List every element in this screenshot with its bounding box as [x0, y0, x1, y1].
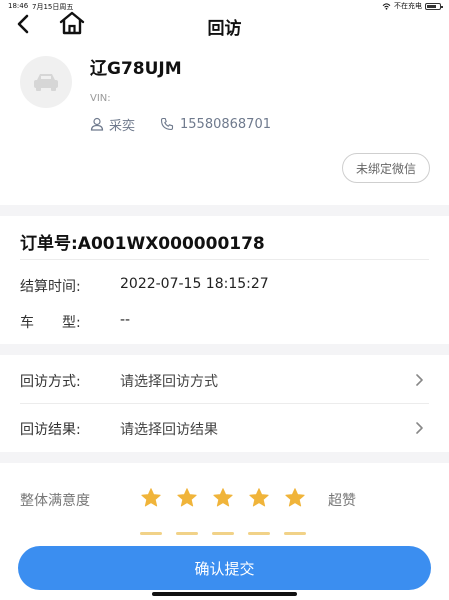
submit-button[interactable]: 确认提交 [18, 546, 431, 590]
home-button[interactable] [58, 10, 86, 36]
home-indicator [152, 592, 297, 596]
home-icon [59, 11, 85, 35]
satisfaction-value: 超赞 [328, 493, 356, 509]
star-icon[interactable] [176, 487, 198, 509]
visit-method-label: 回访方式: [20, 374, 81, 390]
satisfaction-label: 整体满意度 [20, 493, 90, 509]
scrolled-content-hint [140, 532, 306, 535]
back-button[interactable] [12, 12, 36, 36]
phone-number: 15580868701 [180, 116, 271, 132]
car-icon [34, 74, 58, 91]
wechat-bind-button[interactable]: 未绑定微信 [342, 153, 430, 183]
car-model-value: -- [120, 312, 131, 328]
phone-info[interactable]: 15580868701 [160, 115, 271, 133]
visit-result-label: 回访结果: [20, 422, 81, 438]
section-divider [0, 452, 449, 463]
person-icon [90, 117, 104, 131]
car-model-label: 车 型: [20, 315, 81, 331]
visit-result-select[interactable]: 请选择回访结果 [120, 419, 218, 439]
vin-label: VIN: [90, 93, 111, 104]
visit-method-select[interactable]: 请选择回访方式 [120, 371, 218, 391]
star-icon[interactable] [284, 487, 306, 509]
nav-bar: 回访 [0, 8, 449, 40]
star-icon[interactable] [140, 487, 162, 509]
star-icon[interactable] [212, 487, 234, 509]
divider-line [20, 259, 429, 260]
order-number: 订单号:A001WX000000178 [20, 234, 265, 254]
chevron-right-icon[interactable] [413, 373, 425, 387]
star-rating[interactable] [140, 487, 306, 509]
star-icon[interactable] [248, 487, 270, 509]
phone-icon [160, 117, 174, 131]
section-divider [0, 344, 449, 355]
license-plate: 辽G78UJM [90, 59, 182, 79]
avatar [20, 56, 72, 108]
chevron-right-icon[interactable] [413, 421, 425, 435]
owner-info: 采奕 [90, 115, 136, 134]
divider-line [20, 403, 429, 404]
settle-time-label: 结算时间: [20, 279, 81, 295]
section-divider [0, 205, 449, 216]
owner-name: 采奕 [109, 118, 136, 134]
settle-time-value: 2022-07-15 18:15:27 [120, 276, 269, 292]
chevron-left-icon [17, 14, 29, 34]
